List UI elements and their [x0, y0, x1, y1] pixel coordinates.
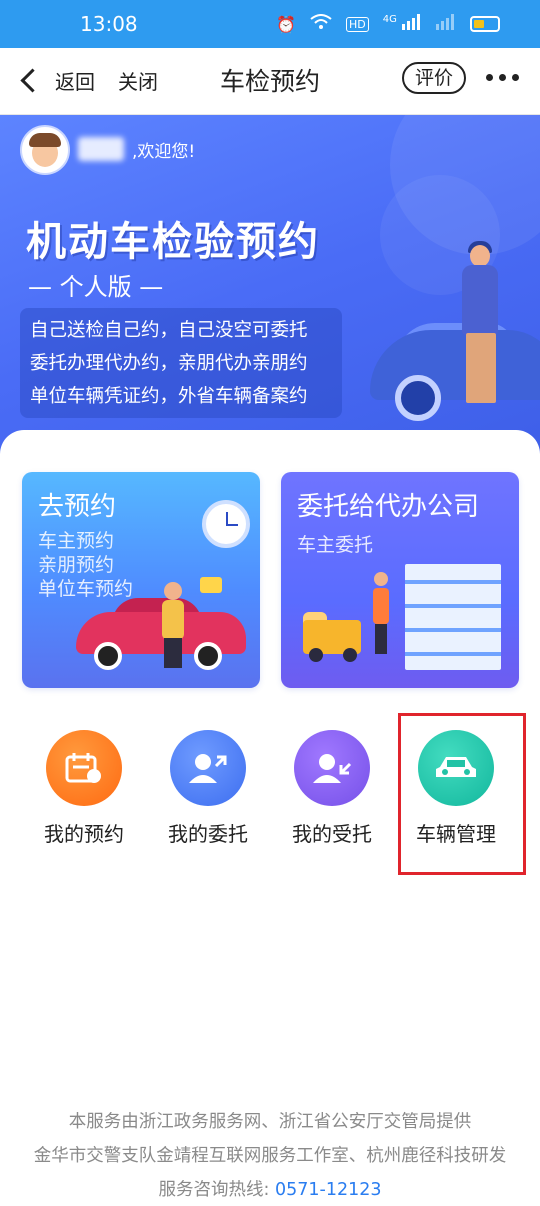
footer-line: 金华市交警支队金靖程互联网服务工作室、杭州鹿径科技研发: [33, 1146, 507, 1166]
menu-my-commissions[interactable]: 我的受托: [282, 730, 382, 847]
more-dot-icon: [512, 74, 519, 81]
user-arrow-out-icon: [170, 730, 246, 806]
clock-icon: [202, 500, 250, 548]
reserve-tile-line: 单位车预约: [38, 578, 134, 600]
banner-title: 机动车检验预约: [26, 219, 320, 265]
highlight-box: [398, 713, 526, 875]
slogan-line: 委托办理代办约，亲朋代办亲朋约: [30, 353, 308, 374]
truck-wheel: [309, 648, 323, 662]
hero-banner: ,欢迎您! 机动车检验预约 — 个人版 — 自己送检自己约，自己没空可委托 委托…: [0, 115, 540, 455]
person-illustration-head: [470, 245, 490, 267]
entrust-tile-line: 车主委托: [297, 534, 374, 556]
person-illustration-legs: [466, 333, 496, 403]
username-redacted: [78, 137, 124, 161]
battery-icon: [470, 16, 500, 32]
wifi-icon: [310, 14, 332, 34]
reserve-tile[interactable]: 去预约 车主预约 亲朋预约 单位车预约: [22, 472, 260, 688]
slogan-line: 单位车辆凭证约，外省车辆备案约: [30, 386, 308, 407]
building-stripe: [405, 652, 501, 656]
avatar[interactable]: [20, 125, 70, 175]
signal-icon: 4G: [383, 14, 422, 34]
rate-button[interactable]: 评价: [402, 62, 466, 94]
worker-illustration-head: [374, 572, 388, 586]
slogan-box: 自己送检自己约，自己没空可委托 委托办理代办约，亲朋代办亲朋约 单位车辆凭证约，…: [20, 308, 342, 418]
reserve-tile-line: 亲朋预约: [38, 554, 115, 576]
reserve-tile-title: 去预约: [38, 492, 117, 522]
menu-my-entrustments[interactable]: 我的委托: [158, 730, 258, 847]
hotline-number[interactable]: 0571-12123: [275, 1180, 382, 1200]
signal-2-icon: [436, 14, 456, 34]
man-illustration-legs: [164, 638, 182, 668]
banner-subtitle: — 个人版 —: [28, 273, 164, 301]
worker-illustration-legs: [375, 624, 387, 654]
menu-label: 我的受托: [292, 822, 372, 846]
nav-bar: 返回 关闭 车检预约 评价: [0, 48, 540, 115]
car-tire: [94, 642, 122, 670]
entrust-tile-title: 委托给代办公司: [297, 492, 480, 522]
calendar-icon: [46, 730, 122, 806]
more-button[interactable]: [486, 74, 519, 81]
building-stripe: [405, 580, 501, 584]
hotline-label: 服务咨询热线:: [158, 1180, 270, 1200]
person-illustration: [462, 265, 498, 335]
more-dot-icon: [486, 74, 493, 81]
avatar-hair: [29, 133, 61, 147]
network-type: 4G: [382, 14, 397, 25]
entrust-tile[interactable]: 委托给代办公司 车主委托: [281, 472, 519, 688]
car-wheel: [395, 375, 441, 421]
status-icons: ⏰ HD 4G: [276, 14, 500, 34]
welcome-text: ,欢迎您!: [132, 142, 196, 162]
menu-my-appointments[interactable]: 我的预约: [34, 730, 134, 847]
menu-label: 我的委托: [168, 822, 248, 846]
building-stripe: [405, 628, 501, 632]
footer-hotline: 服务咨询热线: 0571-12123: [0, 1176, 540, 1201]
status-time: 13:08: [80, 12, 138, 36]
user-arrow-in-icon: [294, 730, 370, 806]
status-bar: 13:08 ⏰ HD 4G: [0, 0, 540, 48]
hd-icon: HD: [346, 16, 369, 32]
alarm-icon: ⏰: [276, 14, 297, 34]
footer-line: 本服务由浙江政务服务网、浙江省公安厅交管局提供: [68, 1112, 472, 1132]
chat-bubble-icon: [200, 577, 222, 593]
man-illustration-head: [164, 582, 182, 600]
man-illustration: [162, 600, 184, 640]
truck-wheel: [343, 648, 357, 662]
more-dot-icon: [499, 74, 506, 81]
menu-label: 我的预约: [44, 822, 124, 846]
worker-illustration: [373, 588, 389, 624]
building-stripe: [405, 604, 501, 608]
reserve-tile-line: 车主预约: [38, 530, 115, 552]
slogan-line: 自己送检自己约，自己没空可委托: [30, 320, 308, 341]
car-tire: [194, 642, 222, 670]
